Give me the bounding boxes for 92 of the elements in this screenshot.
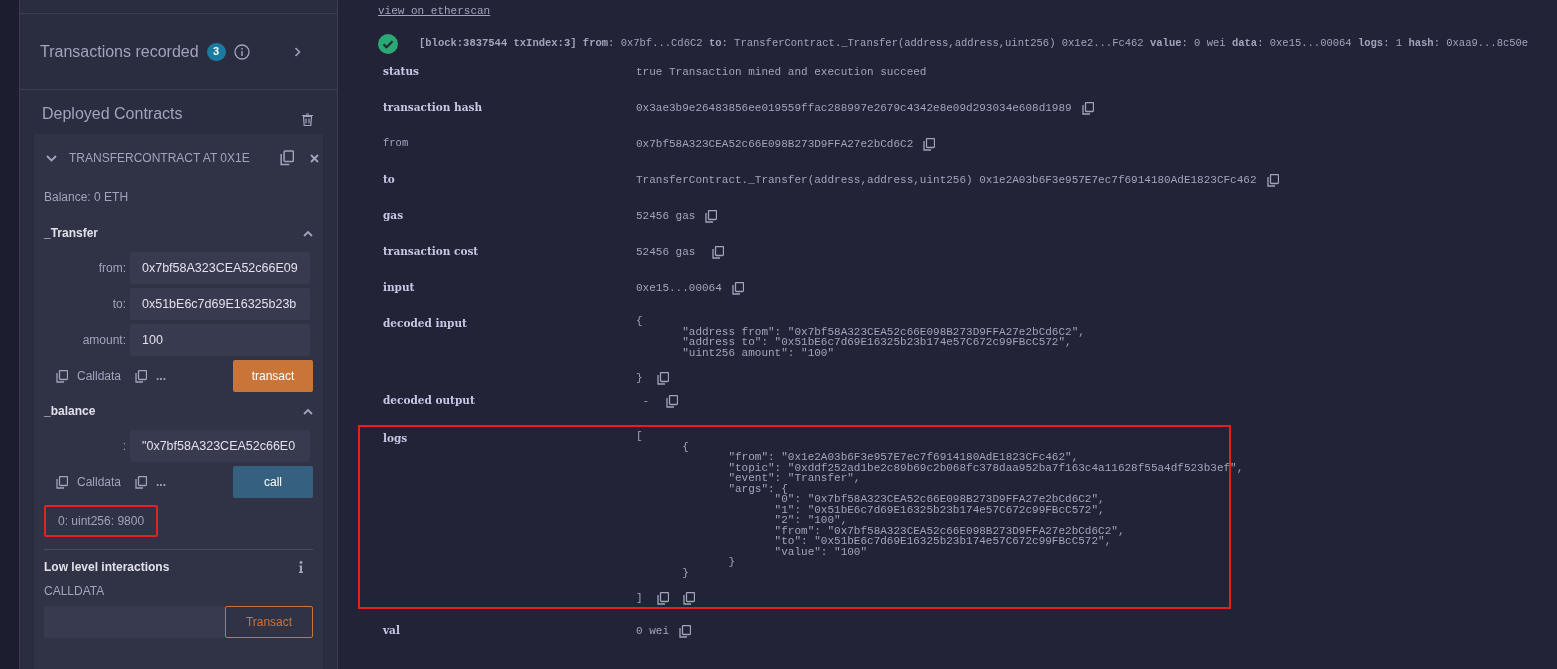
more-label[interactable]: ... — [156, 367, 167, 385]
field-label: logs — [382, 431, 409, 446]
transact-button[interactable]: transact — [233, 360, 313, 392]
section-title: Transactions recorded — [40, 41, 199, 62]
code-line: } — [681, 567, 689, 578]
function-name: _balance — [44, 403, 96, 420]
field-label: : — [121, 438, 127, 455]
field-label: gas — [382, 208, 405, 223]
copy-icon[interactable] — [682, 592, 695, 605]
copy-icon[interactable] — [656, 372, 669, 385]
transact-button[interactable]: Transact — [225, 606, 313, 638]
chevron-up-icon[interactable] — [303, 407, 313, 415]
field-label: val — [382, 623, 401, 638]
code-line: [ — [636, 431, 643, 442]
code-line: } — [727, 557, 736, 568]
code-line: "from": "0x7bf58A323CEA52c66E098B273D9FFA27e2bCd6C2", — [773, 525, 1125, 536]
field-value: 0x7bf58A323CEA52c66E098B273D9FFA27e2bCd6C2 — [636, 137, 914, 152]
code-line: "to": "0x51bE6c7d69E16325b23b174e57C672c99FBcC572", — [773, 536, 1112, 547]
field-value: 52456 gas — [636, 209, 696, 224]
field-label: amount: — [81, 332, 127, 349]
code-line: "from": "0x1e2A03b6F3e957E7ec7f6914180AdE1823CFc462", — [727, 452, 1079, 463]
field-label: from: — [97, 260, 127, 277]
field-value: TransferContract._Transfer(address,address,uint256) 0x1e2A03b6F3e957E7ec7f6914180AdE1823CFc462 — [636, 173, 1257, 188]
section-title: Deployed Contracts — [42, 104, 183, 124]
field-label: decoded output — [382, 393, 476, 408]
copy-icon[interactable] — [1081, 101, 1094, 115]
copy-icon[interactable] — [1266, 173, 1279, 187]
more-label[interactable]: ... — [156, 473, 167, 491]
contract-title: TRANSFERCONTRACT AT 0X1E — [69, 150, 250, 167]
copy-icon[interactable] — [56, 475, 68, 489]
field-label: to: — [111, 296, 127, 313]
field-label: transaction hash — [382, 100, 484, 115]
field-value: 0 wei — [636, 624, 669, 639]
chevron-down-icon[interactable] — [46, 154, 57, 162]
field-label: transaction cost — [382, 244, 480, 259]
field-label: input — [382, 280, 416, 295]
code-line: { — [681, 441, 689, 452]
copy-icon[interactable] — [656, 592, 669, 605]
code-line: "address to": "0x51bE6c7d69E16325b23b174e57C672c99FBcC572", — [681, 337, 1072, 348]
calldata-label[interactable]: Calldata — [77, 473, 122, 491]
field-label: CALLDATA — [44, 583, 106, 600]
call-button[interactable]: call — [233, 466, 313, 498]
calldata-field[interactable] — [44, 606, 225, 638]
section-title: Low level interactions — [44, 559, 170, 576]
calldata-label[interactable]: Calldata — [77, 367, 122, 385]
count-badge: 3 — [206, 42, 226, 61]
chevron-up-icon[interactable] — [303, 229, 313, 237]
code-line: { — [636, 316, 643, 327]
copy-icon[interactable] — [705, 209, 718, 223]
result-text: 0: uint256: 9800 — [44, 505, 159, 537]
code-line: "args": { — [727, 483, 788, 494]
chevron-right-icon[interactable] — [294, 46, 301, 57]
code-line: "value": "100" — [773, 546, 868, 557]
code-line: "1": "0x51bE6c7d69E16325b23b174e57C672c99FBcC572", — [773, 504, 1105, 515]
input-field[interactable]: 0x51bE6c7d69E16325b23b — [130, 288, 310, 320]
info-icon[interactable] — [233, 43, 250, 60]
etherscan-link[interactable]: view on etherscan — [378, 0, 1557, 28]
copy-icon[interactable] — [679, 624, 691, 638]
function-name: _Transfer — [44, 225, 99, 242]
field-label: from — [382, 136, 410, 151]
trash-icon[interactable] — [302, 113, 313, 126]
code-line: "0": "0x7bf58A323CEA52c66E098B273D9FFA27e2bCd6C2", — [773, 494, 1105, 505]
balance-text: Balance: 0 ETH — [44, 189, 130, 206]
copy-icon[interactable] — [135, 475, 148, 489]
transaction-summary[interactable]: [block:3837544 txIndex:3] from: 0x7bf...Cd6C2 to: TransferContract._Transfer(address,address,uint256) 0x1e2...Fc462 value: 0 wei data: 0xe15...00064 logs: 1 hash: 0xaa9...8c50e — [419, 36, 1529, 52]
copy-icon[interactable] — [923, 137, 936, 151]
field-value: true Transaction mined and execution succeed — [636, 65, 927, 80]
copy-icon[interactable] — [280, 150, 294, 166]
copy-icon[interactable] — [712, 245, 724, 259]
field-value: 52456 gas — [636, 245, 697, 260]
code-line: "uint256 amount": "100" — [681, 347, 835, 358]
copy-icon[interactable] — [731, 281, 744, 295]
info-icon[interactable] — [299, 561, 303, 573]
field-label: to — [382, 172, 396, 187]
code-line: ] — [636, 593, 643, 604]
copy-icon[interactable] — [135, 369, 148, 383]
field-value: 0x3ae3b9e26483856ee019559ffac288997e2679c4342e8e09d293034e608d1989 — [636, 101, 1072, 116]
code-line: "event": "Transfer", — [727, 473, 861, 484]
copy-icon[interactable] — [665, 394, 678, 408]
code-line: "2": "100", — [773, 515, 848, 526]
close-icon[interactable] — [310, 153, 319, 163]
input-field[interactable]: 100 — [130, 324, 310, 356]
code-line: "address from": "0x7bf58A323CEA52c66E098B273D9FFA27e2bCd6C2", — [681, 326, 1085, 337]
copy-icon[interactable] — [56, 369, 68, 383]
field-value: - — [641, 394, 651, 409]
check-circle-icon — [378, 34, 398, 54]
input-field[interactable]: "0x7bf58A323CEA52c66E0 — [130, 430, 310, 462]
field-label: status — [382, 64, 420, 79]
field-label: decoded input — [382, 316, 468, 331]
field-value: 0xe15...00064 — [636, 281, 722, 296]
input-field[interactable]: 0x7bf58A323CEA52c66E09 — [130, 252, 310, 284]
code-line: } — [636, 373, 643, 384]
